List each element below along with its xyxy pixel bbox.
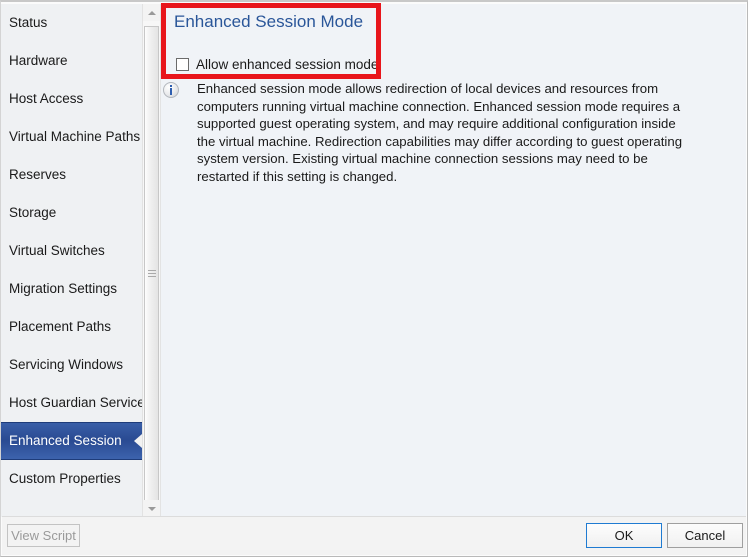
sidebar-item-label: Storage: [9, 205, 57, 220]
sidebar-item-reserves[interactable]: Reserves: [1, 156, 142, 194]
sidebar-item-status[interactable]: Status: [1, 4, 142, 42]
info-icon: [163, 82, 179, 98]
sidebar-item-label: Enhanced Session: [9, 433, 122, 448]
sidebar-item-label: Custom Properties: [9, 471, 121, 486]
content-pane: Enhanced Session Mode Allow enhanced ses…: [161, 4, 746, 517]
sidebar-item-migration-settings[interactable]: Migration Settings: [1, 270, 142, 308]
chevron-down-icon: [147, 506, 156, 511]
sidebar-item-label: Virtual Machine Paths: [9, 129, 141, 144]
sidebar-item-storage[interactable]: Storage: [1, 194, 142, 232]
info-block: Enhanced session mode allows redirection…: [163, 80, 697, 186]
host-properties-dialog: Status Hardware Host Access Virtual Machine…: [0, 0, 748, 557]
sidebar-item-custom-properties[interactable]: Custom Properties: [1, 460, 142, 498]
chevron-up-icon: [147, 10, 156, 15]
sidebar-item-label: Reserves: [9, 167, 67, 182]
dialog-footer: View Script OK Cancel: [2, 516, 746, 555]
ok-button[interactable]: OK: [586, 523, 662, 548]
info-description-text: Enhanced session mode allows redirection…: [197, 81, 683, 184]
page-title: Enhanced Session Mode: [174, 12, 364, 31]
scrollbar-grip-icon: [147, 270, 156, 279]
sidebar-item-label: Migration Settings: [9, 281, 118, 296]
sidebar-item-label: Virtual Switches: [9, 243, 105, 258]
sidebar-item-label: Host Guardian Service: [9, 395, 142, 410]
settings-category-sidebar: Status Hardware Host Access Virtual Machine…: [1, 4, 142, 517]
sidebar-item-label: Servicing Windows: [9, 357, 124, 372]
sidebar-item-host-guardian-service[interactable]: Host Guardian Service: [1, 384, 142, 422]
sidebar-item-hardware[interactable]: Hardware: [1, 42, 142, 80]
scroll-up-button[interactable]: [143, 4, 160, 21]
sidebar-item-label: Hardware: [9, 53, 68, 68]
sidebar-item-host-access[interactable]: Host Access: [1, 80, 142, 118]
sidebar-item-list: Status Hardware Host Access Virtual Machine…: [1, 4, 142, 498]
sidebar-item-placement-paths[interactable]: Placement Paths: [1, 308, 142, 346]
allow-enhanced-session-mode-checkbox[interactable]: [176, 58, 189, 71]
sidebar-item-label: Placement Paths: [9, 319, 112, 334]
allow-enhanced-session-mode-label: Allow enhanced session mode: [196, 57, 379, 72]
scroll-down-button[interactable]: [143, 500, 160, 517]
sidebar-item-virtual-switches[interactable]: Virtual Switches: [1, 232, 142, 270]
sidebar-item-label: Host Access: [9, 91, 84, 106]
sidebar-item-servicing-windows[interactable]: Servicing Windows: [1, 346, 142, 384]
sidebar-item-label: Status: [9, 15, 48, 30]
cancel-button[interactable]: Cancel: [667, 523, 743, 548]
scrollbar-thumb[interactable]: [144, 26, 159, 504]
sidebar-item-virtual-machine-paths[interactable]: Virtual Machine Paths: [1, 118, 142, 156]
allow-enhanced-session-mode-row[interactable]: Allow enhanced session mode: [176, 57, 378, 72]
selected-item-pointer-icon: [134, 434, 142, 448]
sidebar-item-enhanced-session[interactable]: Enhanced Session: [1, 422, 142, 460]
view-script-button[interactable]: View Script: [7, 524, 80, 547]
sidebar-scrollbar[interactable]: [142, 4, 160, 517]
